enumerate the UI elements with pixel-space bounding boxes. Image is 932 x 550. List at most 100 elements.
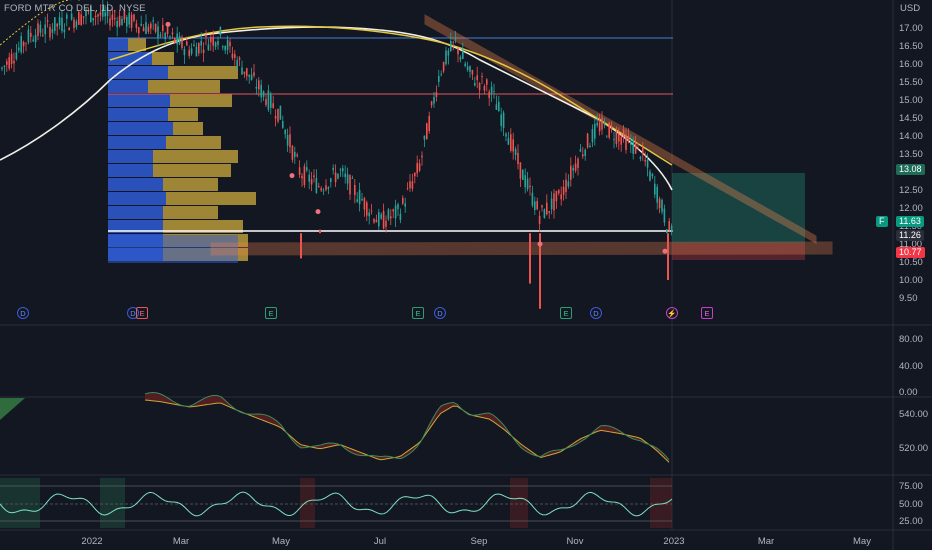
currency-label[interactable]: USD [900,3,920,14]
candle-body [32,39,34,42]
vp-buy-bar [108,136,166,149]
candle-body [39,24,42,33]
candle-body [654,183,656,195]
candle-body [147,26,150,32]
candle-body [598,122,601,132]
candle-body [174,38,176,43]
dividend-marker[interactable]: D [17,307,29,319]
bottom-band [0,478,40,528]
vp-sell-bar [148,80,220,93]
candle-body [452,41,454,43]
vp-sell-bar [153,150,238,163]
chart-canvas[interactable]: 17.00 16.50 16.00 15.50 15.00 14.50 14.00 13.50… [0,0,932,550]
candle-body [373,218,375,223]
candle-body [3,65,6,68]
signal-dot [315,209,321,215]
candle-body [606,136,608,138]
candle-body [507,138,510,145]
price-tick: 17.00 [899,23,923,34]
candle-body [625,134,627,150]
price-tick: 10.00 [899,275,923,286]
candle-body [646,160,649,168]
candle-body [224,46,226,51]
candle-body [430,101,433,106]
candle-body [327,187,330,189]
earnings-marker[interactable]: E [136,307,148,319]
candle-body [442,61,445,72]
time-tick: May [272,536,290,547]
candle-body [526,178,529,190]
candle-body [157,26,159,39]
candle-body [464,63,466,67]
candle-body [476,75,478,81]
split-marker[interactable]: ⚡ [666,307,678,319]
candle-body [656,186,658,203]
bottom-band [100,478,125,528]
candle-body [344,173,346,178]
earnings-marker[interactable]: E [560,307,572,319]
candle-body [301,175,303,179]
candle-body [68,27,70,31]
candle-body [178,36,181,45]
candle-body [243,71,246,74]
signal-dot [289,173,295,179]
candle-body [217,40,219,45]
candle-body [188,49,190,56]
volume-profile [108,38,256,263]
candle-body [116,21,118,28]
candle-body [334,172,337,183]
candle-body [162,24,164,31]
candle-body [366,202,368,216]
time-tick: Sep [471,536,488,547]
candle-body [183,49,186,56]
vp-buy-bar [108,108,168,121]
candle-body [488,91,490,99]
price-tick: 9.50 [899,293,918,304]
candle-body [380,214,382,219]
dividend-marker[interactable]: D [590,307,602,319]
vp-buy-bar [108,150,153,163]
vp-buy-bar [108,192,166,205]
candle-body [306,167,308,171]
candle-body [315,178,318,193]
rsi-tick: 40.00 [899,361,923,372]
candle-body [514,148,517,156]
candle-body [308,174,310,182]
candle-body [567,181,570,187]
candle-body [582,154,584,157]
candle-body [236,60,238,68]
candle-body [409,181,411,189]
candle-body [279,105,282,120]
candle-body [649,171,651,181]
candle-body [500,114,502,126]
symbol-badge: F [876,216,888,228]
earnings-marker[interactable]: E [701,307,713,319]
symbol-title[interactable]: FORD MTR CO DEL, 1D, NYSE [4,3,146,14]
candle-body [322,190,325,192]
vp-buy-bar [108,66,168,79]
candle-body [46,20,49,22]
candle-body [298,167,301,175]
candle-body [97,14,99,17]
candle-body [202,49,205,53]
earnings-marker[interactable]: E [412,307,424,319]
candle-body [435,92,438,98]
earnings-marker[interactable]: E [265,307,277,319]
candle-body [613,139,615,141]
candle-body [313,175,315,178]
price-tick: 14.00 [899,131,923,142]
candle-body [608,122,610,138]
candle-body [522,169,524,180]
candle-body [423,135,426,140]
candle-body [260,84,262,98]
vp-sell-bar [168,66,238,79]
candle-body [13,60,15,64]
candle-body [370,210,373,212]
candle-body [222,46,224,48]
candle-body [534,201,536,211]
price-tick: 14.50 [899,113,923,124]
candle-body [332,167,334,171]
candle-body [639,156,642,159]
dividend-marker[interactable]: D [434,307,446,319]
candle-body [510,134,512,151]
